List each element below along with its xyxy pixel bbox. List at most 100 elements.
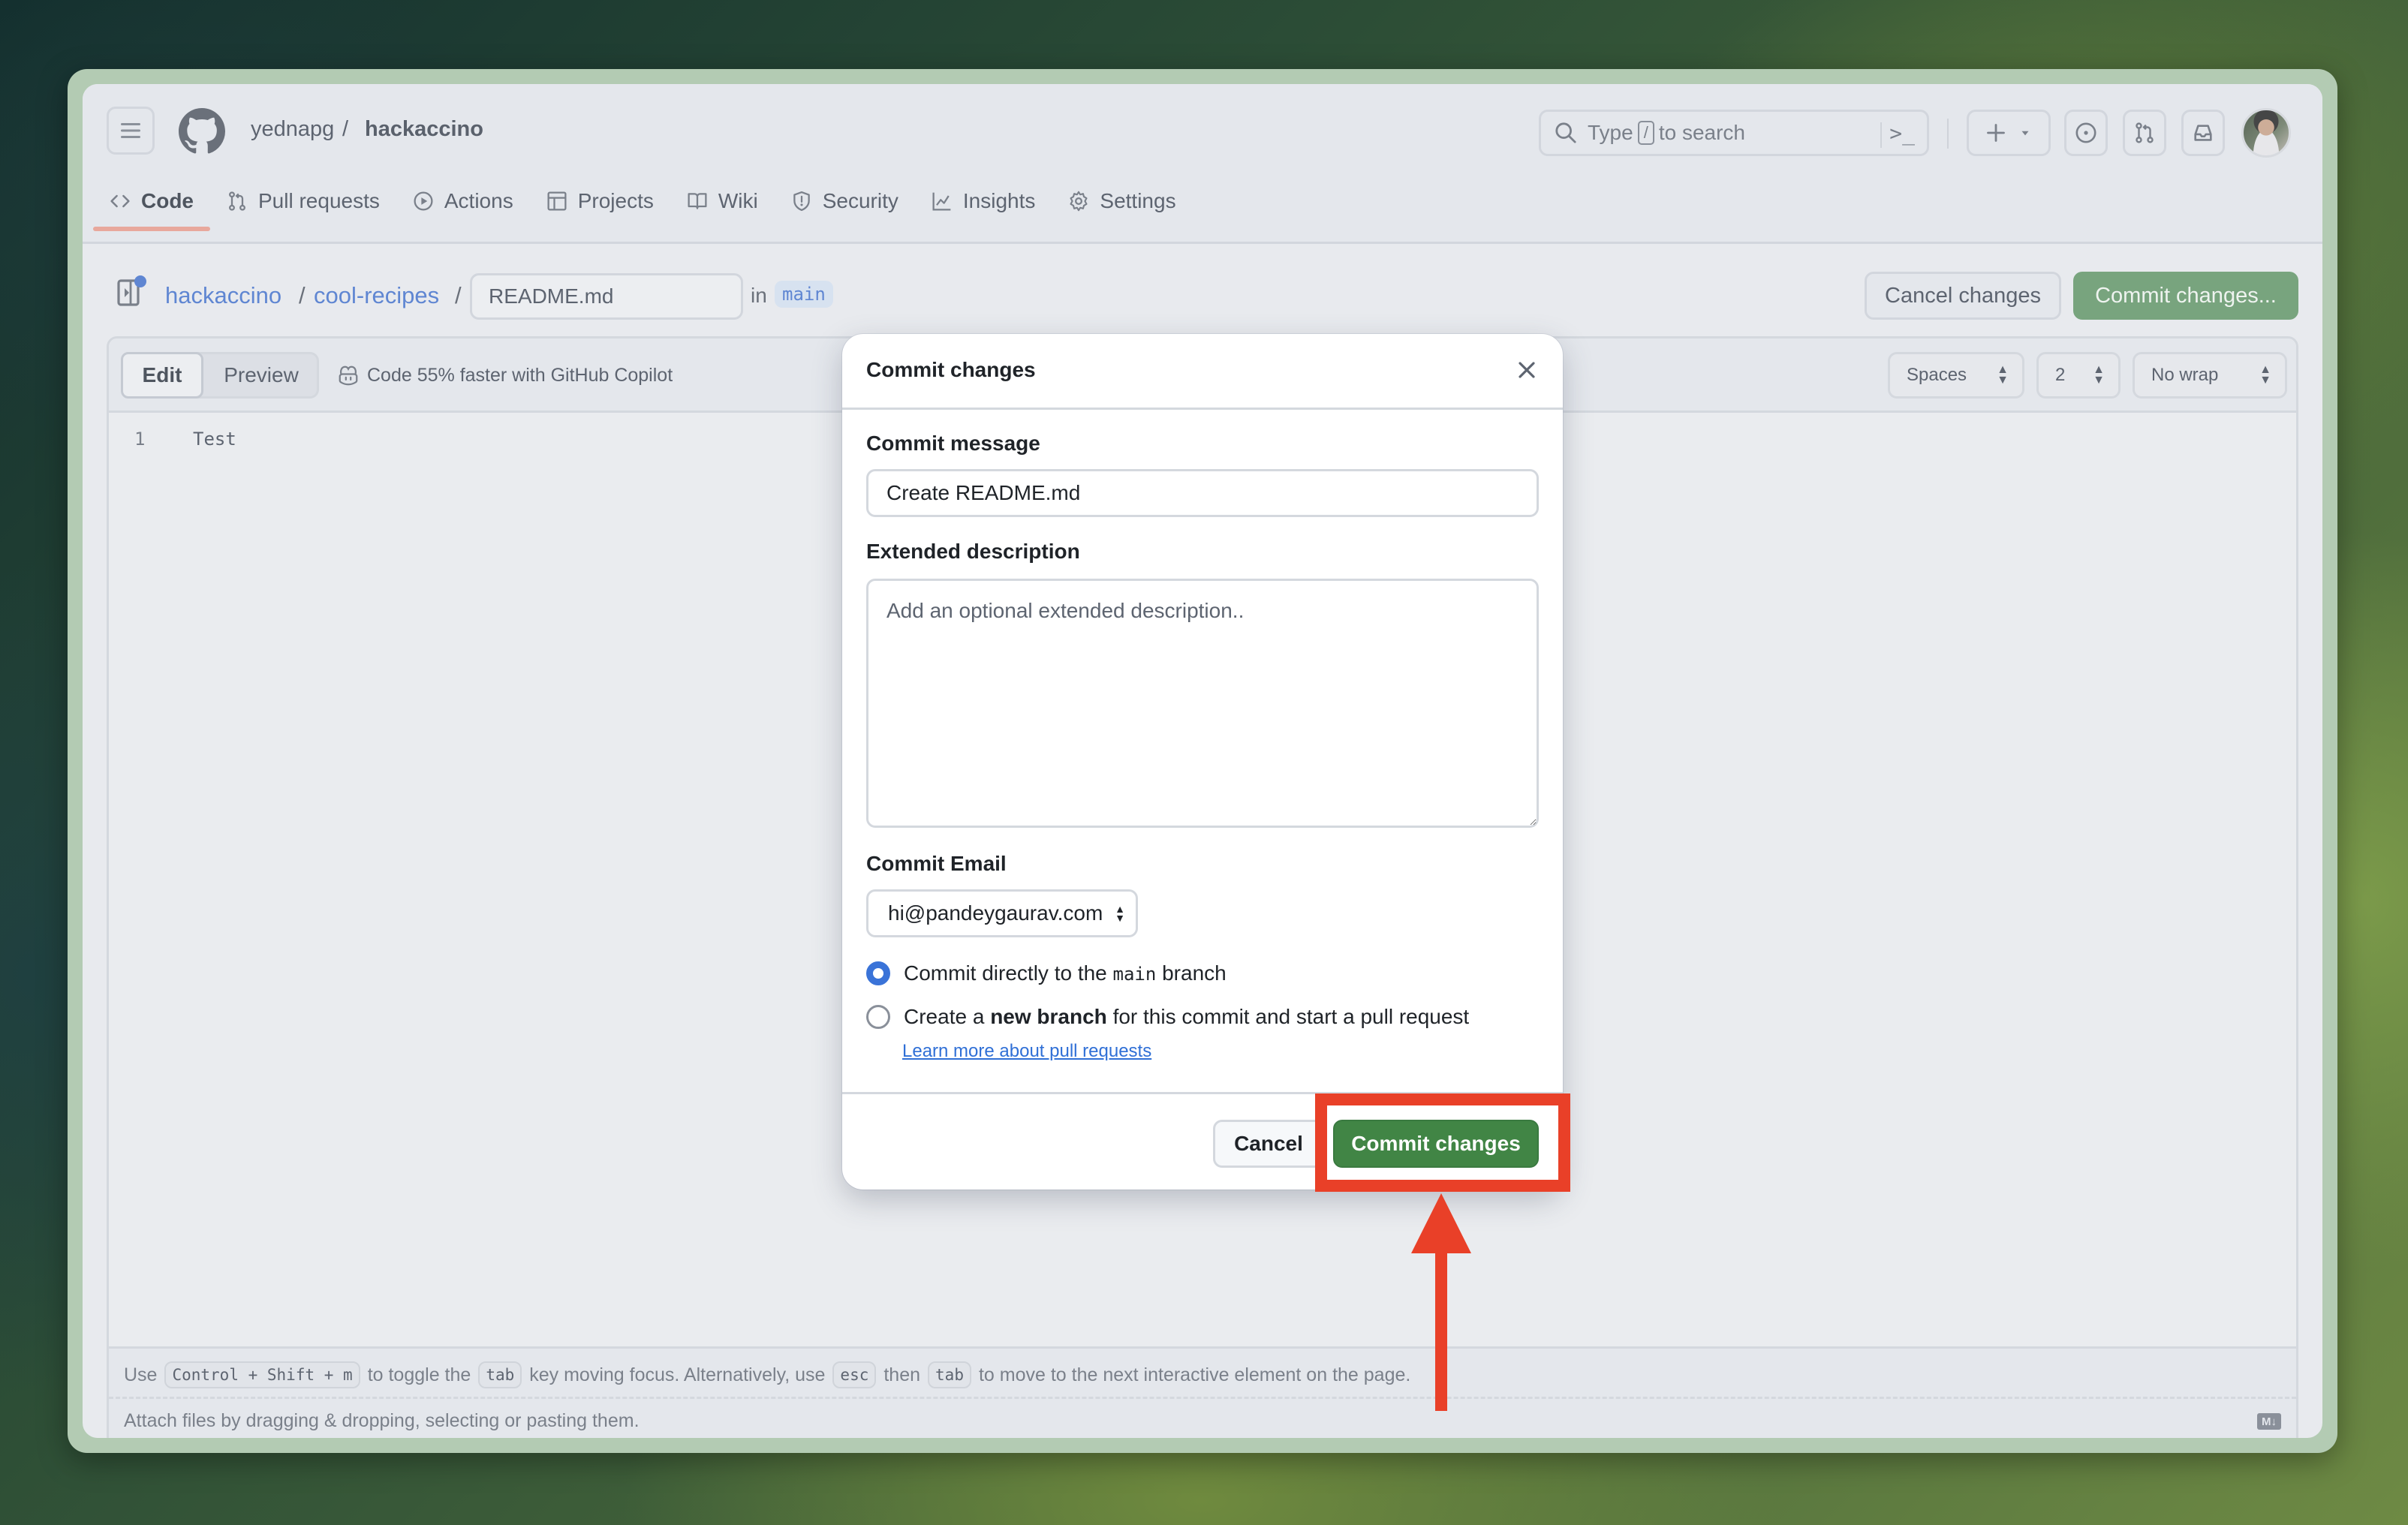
- footer-divider: [109, 1397, 2296, 1399]
- command-palette-icon[interactable]: >_: [1889, 121, 1915, 146]
- wrap-mode-value: No wrap: [2151, 365, 2219, 385]
- option-commit-direct[interactable]: Commit directly to the main branch: [866, 961, 1227, 985]
- tab-settings[interactable]: Settings: [1052, 179, 1192, 224]
- hint-text: Use: [124, 1364, 158, 1385]
- search-placeholder-suffix: to search: [1658, 121, 1745, 144]
- markdown-icon: M↓: [2257, 1413, 2281, 1430]
- hint-text: then: [883, 1364, 921, 1385]
- annotation-arrow-head: [1411, 1193, 1471, 1253]
- indent-size-select[interactable]: 2 ▲ ▼: [2036, 352, 2121, 399]
- extended-description-textarea[interactable]: [866, 579, 1539, 828]
- commit-email-select[interactable]: hi@pandeygaurav.com ▲ ▼: [866, 889, 1138, 937]
- tab-label: Pull requests: [258, 189, 380, 212]
- learn-more-pull-requests-link[interactable]: Learn more about pull requests: [902, 1041, 1151, 1062]
- search-icon: [1555, 122, 1576, 143]
- git-pull-request-icon: [2136, 122, 2154, 143]
- breadcrumb-repo-link[interactable]: hackaccino: [165, 282, 281, 309]
- commit-message-input[interactable]: [866, 469, 1539, 517]
- menu-button[interactable]: [107, 107, 155, 155]
- editor-footer: Use Control + Shift + m to toggle the ta…: [109, 1346, 2296, 1438]
- breadcrumb-separator: /: [299, 282, 306, 308]
- close-dialog-button[interactable]: [1513, 356, 1540, 384]
- user-avatar[interactable]: [2241, 108, 2291, 158]
- option-text: Create a: [904, 1005, 985, 1028]
- issue-opened-icon: [2075, 122, 2096, 143]
- option-branch-name: main: [1112, 964, 1157, 985]
- option-text: for this commit and start a pull request: [1112, 1005, 1470, 1028]
- attach-files-text[interactable]: Attach files by dragging & dropping, sel…: [124, 1410, 640, 1432]
- tab-label: Projects: [577, 189, 654, 212]
- option-new-branch-label: Create a new branch for this commit and …: [904, 1005, 1469, 1029]
- close-icon: [1519, 362, 1535, 378]
- search-input[interactable]: Type / to search >_: [1539, 110, 1929, 156]
- kbd-shortcut: Control + Shift + m: [164, 1361, 360, 1388]
- tab-label: Actions: [444, 189, 513, 212]
- commit-changes-dialog: Commit changes Commit message Extended d…: [842, 334, 1563, 1190]
- commit-email-label: Commit Email: [866, 852, 1007, 875]
- tab-preview[interactable]: Preview: [201, 354, 321, 396]
- kbd-tab: tab: [928, 1361, 971, 1388]
- copilot-promo-text: Code 55% faster with GitHub Copilot: [367, 364, 673, 386]
- select-arrows-icon: ▲ ▼: [1115, 903, 1125, 924]
- tab-security[interactable]: Security: [775, 179, 915, 224]
- keyboard-hint: Use Control + Shift + m to toggle the ta…: [124, 1358, 1410, 1392]
- annotation-highlight-box: [1315, 1093, 1570, 1192]
- repo-owner-link[interactable]: yednapg: [251, 117, 334, 142]
- table-icon: [547, 191, 567, 211]
- indent-size-value: 2: [2055, 365, 2066, 385]
- annotation-arrow-shaft: [1435, 1249, 1447, 1411]
- option-new-branch[interactable]: Create a new branch for this commit and …: [866, 1005, 1469, 1029]
- select-arrows-icon: ▲ ▼: [1997, 363, 2009, 387]
- filename-input[interactable]: [470, 273, 743, 320]
- radio-new-branch[interactable]: [866, 1005, 890, 1029]
- pull-requests-button[interactable]: [2123, 110, 2166, 156]
- hamburger-icon: [121, 123, 140, 138]
- repo-nav-tabs: Code Pull requests Actions Projects Wiki…: [93, 179, 1193, 242]
- book-icon: [688, 193, 707, 209]
- expand-file-tree-icon[interactable]: [117, 275, 147, 306]
- tab-code[interactable]: Code: [93, 179, 210, 231]
- search-shortcut-key: /: [1637, 121, 1654, 145]
- tab-edit[interactable]: Edit: [121, 352, 203, 399]
- code-icon: [110, 194, 130, 208]
- indent-mode-value: Spaces: [1907, 365, 1967, 385]
- issues-button[interactable]: [2064, 110, 2108, 156]
- dialog-title: Commit changes: [866, 358, 1036, 381]
- tab-wiki[interactable]: Wiki: [670, 179, 775, 224]
- github-logo-icon[interactable]: [179, 108, 225, 155]
- tab-label: Wiki: [718, 189, 758, 212]
- indent-mode-select[interactable]: Spaces ▲ ▼: [1888, 352, 2024, 399]
- tab-pull-requests[interactable]: Pull requests: [210, 179, 396, 224]
- tab-label: Settings: [1100, 189, 1176, 212]
- radio-commit-direct[interactable]: [866, 961, 890, 985]
- tab-label: Insights: [962, 189, 1036, 212]
- search-placeholder: Type / to search: [1588, 121, 1745, 145]
- commit-changes-open-button[interactable]: Commit changes...: [2073, 272, 2298, 320]
- search-placeholder-prefix: Type: [1588, 121, 1633, 144]
- wrap-mode-select[interactable]: No wrap ▲ ▼: [2133, 352, 2287, 399]
- code-line[interactable]: Test: [193, 429, 236, 450]
- line-number: 1: [134, 429, 146, 450]
- tab-insights[interactable]: Insights: [915, 179, 1052, 224]
- git-pull-request-icon: [229, 191, 245, 211]
- tab-actions[interactable]: Actions: [396, 179, 530, 224]
- edit-preview-toggle: Edit Preview: [121, 352, 319, 399]
- commit-email-value: hi@pandeygaurav.com: [888, 901, 1103, 925]
- notifications-button[interactable]: [2181, 110, 2225, 156]
- select-arrows-icon: ▲ ▼: [2093, 363, 2105, 387]
- breadcrumb-folder-link[interactable]: cool-recipes: [314, 282, 439, 309]
- repo-name-link[interactable]: hackaccino: [365, 117, 483, 142]
- kbd-esc: esc: [832, 1361, 877, 1388]
- option-text-bold: new branch: [990, 1005, 1107, 1028]
- repo-path-separator: /: [342, 117, 349, 141]
- breadcrumb-separator: /: [455, 282, 462, 308]
- tab-projects[interactable]: Projects: [530, 179, 670, 224]
- option-text: branch: [1162, 961, 1227, 985]
- in-branch-label: in: [751, 284, 767, 307]
- cancel-changes-button[interactable]: Cancel changes: [1865, 272, 2061, 320]
- create-new-button[interactable]: [1967, 110, 2051, 156]
- tab-label: Security: [822, 189, 898, 212]
- copilot-promo-link[interactable]: Code 55% faster with GitHub Copilot: [337, 364, 673, 387]
- hint-text: to move to the next interactive element …: [978, 1364, 1411, 1385]
- cancel-button[interactable]: Cancel: [1213, 1120, 1324, 1168]
